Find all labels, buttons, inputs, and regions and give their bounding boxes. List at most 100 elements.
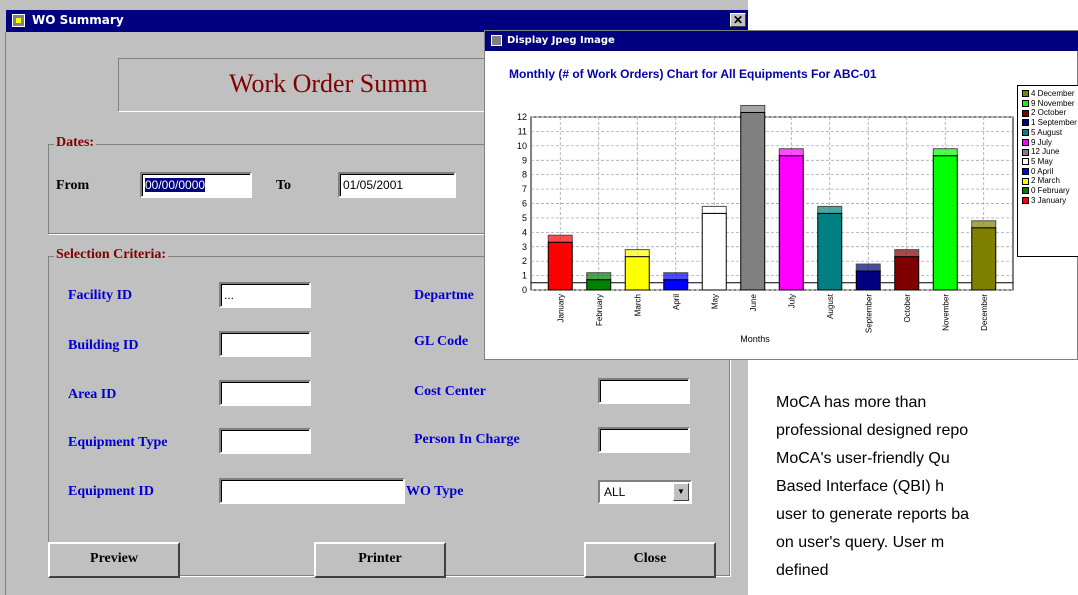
work-order-bar-chart: 0123456789101112January February March Apri…	[517, 104, 1014, 344]
legend-label: 1 September	[1031, 118, 1077, 128]
bar-cap	[586, 272, 612, 281]
bar	[932, 155, 958, 291]
gl-code-label: GL Code	[414, 334, 469, 349]
legend-item: 0 February	[1022, 186, 1070, 195]
wo-type-select[interactable]: ALL ▼	[598, 480, 692, 504]
chart-legend: 4 December 9 November 2 October 1 September…	[1017, 85, 1078, 257]
y-tick-label: 11	[518, 126, 527, 136]
legend-label: 0 February	[1031, 186, 1070, 195]
legend-item: 4 December	[1022, 89, 1075, 98]
legend-label: 3 January	[1031, 195, 1067, 205]
cost-center-field[interactable]	[598, 378, 690, 404]
x-tick-label: April	[672, 294, 681, 310]
equipment-id-field[interactable]	[219, 478, 405, 504]
display-jpeg-window: Display Jpeg Image Monthly (# of Work Or…	[484, 30, 1078, 360]
y-tick-label: 7	[522, 184, 527, 194]
building-id-field[interactable]	[219, 331, 311, 357]
y-tick-label: 4	[522, 227, 527, 237]
facility-id-label: Facility ID	[68, 288, 133, 303]
legend-label: 9 November	[1031, 98, 1075, 108]
x-tick-label: January	[556, 294, 565, 322]
bar-cap	[547, 234, 573, 243]
legend-swatch	[1022, 90, 1029, 98]
y-tick-label: 12	[517, 112, 527, 122]
legend-label: 5 August	[1031, 127, 1063, 137]
legend-label: 0 April	[1031, 166, 1054, 176]
legend-item: 5 May	[1022, 157, 1053, 166]
x-tick-label: November	[941, 294, 950, 331]
bar-cap	[817, 205, 843, 214]
legend-swatch	[1022, 129, 1029, 137]
x-tick-label: October	[903, 294, 912, 323]
bar	[701, 212, 727, 291]
equipment-type-field[interactable]	[219, 428, 311, 454]
bar	[547, 241, 573, 291]
legend-label: 5 May	[1031, 156, 1053, 166]
bar	[586, 279, 612, 291]
bar-cap	[740, 104, 766, 113]
building-id-label: Building ID	[68, 338, 139, 353]
wo-summary-titlebar[interactable]: WO Summary ✕	[6, 10, 748, 32]
facility-id-field[interactable]: ...	[219, 282, 311, 308]
y-tick-label: 2	[522, 256, 527, 266]
legend-swatch	[1022, 197, 1029, 205]
legend-label: 9 July	[1031, 137, 1052, 147]
y-tick-label: 1	[522, 271, 527, 281]
legend-label: 12 June	[1031, 147, 1060, 157]
x-tick-label: July	[787, 294, 796, 308]
person-in-charge-field[interactable]	[598, 427, 690, 453]
window-frame-edge	[0, 32, 6, 595]
to-date-field[interactable]: 01/05/2001	[338, 172, 456, 198]
description-line: on user's query. User m	[776, 534, 945, 551]
to-label: To	[276, 178, 292, 193]
from-date-field[interactable]: 00/00/0000	[140, 172, 252, 198]
to-date-value: 01/05/2001	[343, 178, 404, 192]
y-tick-label: 9	[522, 155, 527, 165]
printer-button[interactable]: Printer	[314, 542, 446, 578]
x-tick-label: August	[826, 293, 835, 319]
window-title: WO Summary	[32, 13, 124, 27]
close-button[interactable]: Close	[584, 542, 716, 578]
cost-center-label: Cost Center	[414, 384, 486, 399]
legend-label: 4 December	[1031, 89, 1075, 98]
x-tick-label: June	[749, 293, 758, 311]
legend-swatch	[1022, 100, 1029, 108]
bar	[778, 155, 804, 291]
bar	[855, 270, 881, 291]
legend-item: 12 June	[1022, 147, 1059, 156]
area-id-field[interactable]	[219, 380, 311, 406]
legend-label: 2 March	[1031, 176, 1060, 186]
x-tick-label: May	[710, 294, 719, 309]
close-icon[interactable]: ✕	[730, 13, 746, 27]
bar-cap	[971, 220, 997, 229]
preview-button[interactable]: Preview	[48, 542, 180, 578]
legend-item: 2 October	[1022, 108, 1066, 117]
chevron-down-icon[interactable]: ▼	[673, 483, 689, 501]
y-tick-label: 5	[522, 213, 527, 223]
legend-swatch	[1022, 158, 1029, 166]
bar	[817, 212, 843, 291]
legend-item: 3 January	[1022, 196, 1066, 205]
app-icon	[12, 14, 25, 27]
bar	[624, 256, 650, 291]
page-title: Work Order Summ	[229, 69, 428, 98]
legend-swatch	[1022, 138, 1029, 146]
bar-cap	[701, 205, 727, 214]
bar	[894, 256, 920, 291]
department-label: Departme	[414, 288, 474, 303]
y-tick-label: 8	[522, 170, 527, 180]
equipment-type-label: Equipment Type	[68, 435, 168, 450]
x-tick-label: September	[864, 294, 873, 333]
selection-criteria-label: Selection Criteria:	[54, 247, 169, 263]
legend-swatch	[1022, 109, 1029, 117]
bar	[663, 279, 689, 291]
wo-type-value: ALL	[604, 485, 626, 499]
description-line: user to generate reports ba	[776, 506, 970, 523]
description-line: Based Interface (QBI) h	[776, 478, 945, 495]
x-tick-label: December	[980, 294, 989, 331]
description-line: MoCA's user-friendly Qu	[776, 450, 950, 467]
legend-swatch	[1022, 148, 1029, 156]
legend-swatch	[1022, 187, 1029, 195]
bar-cap	[624, 249, 650, 258]
x-tick-label: February	[595, 294, 604, 326]
